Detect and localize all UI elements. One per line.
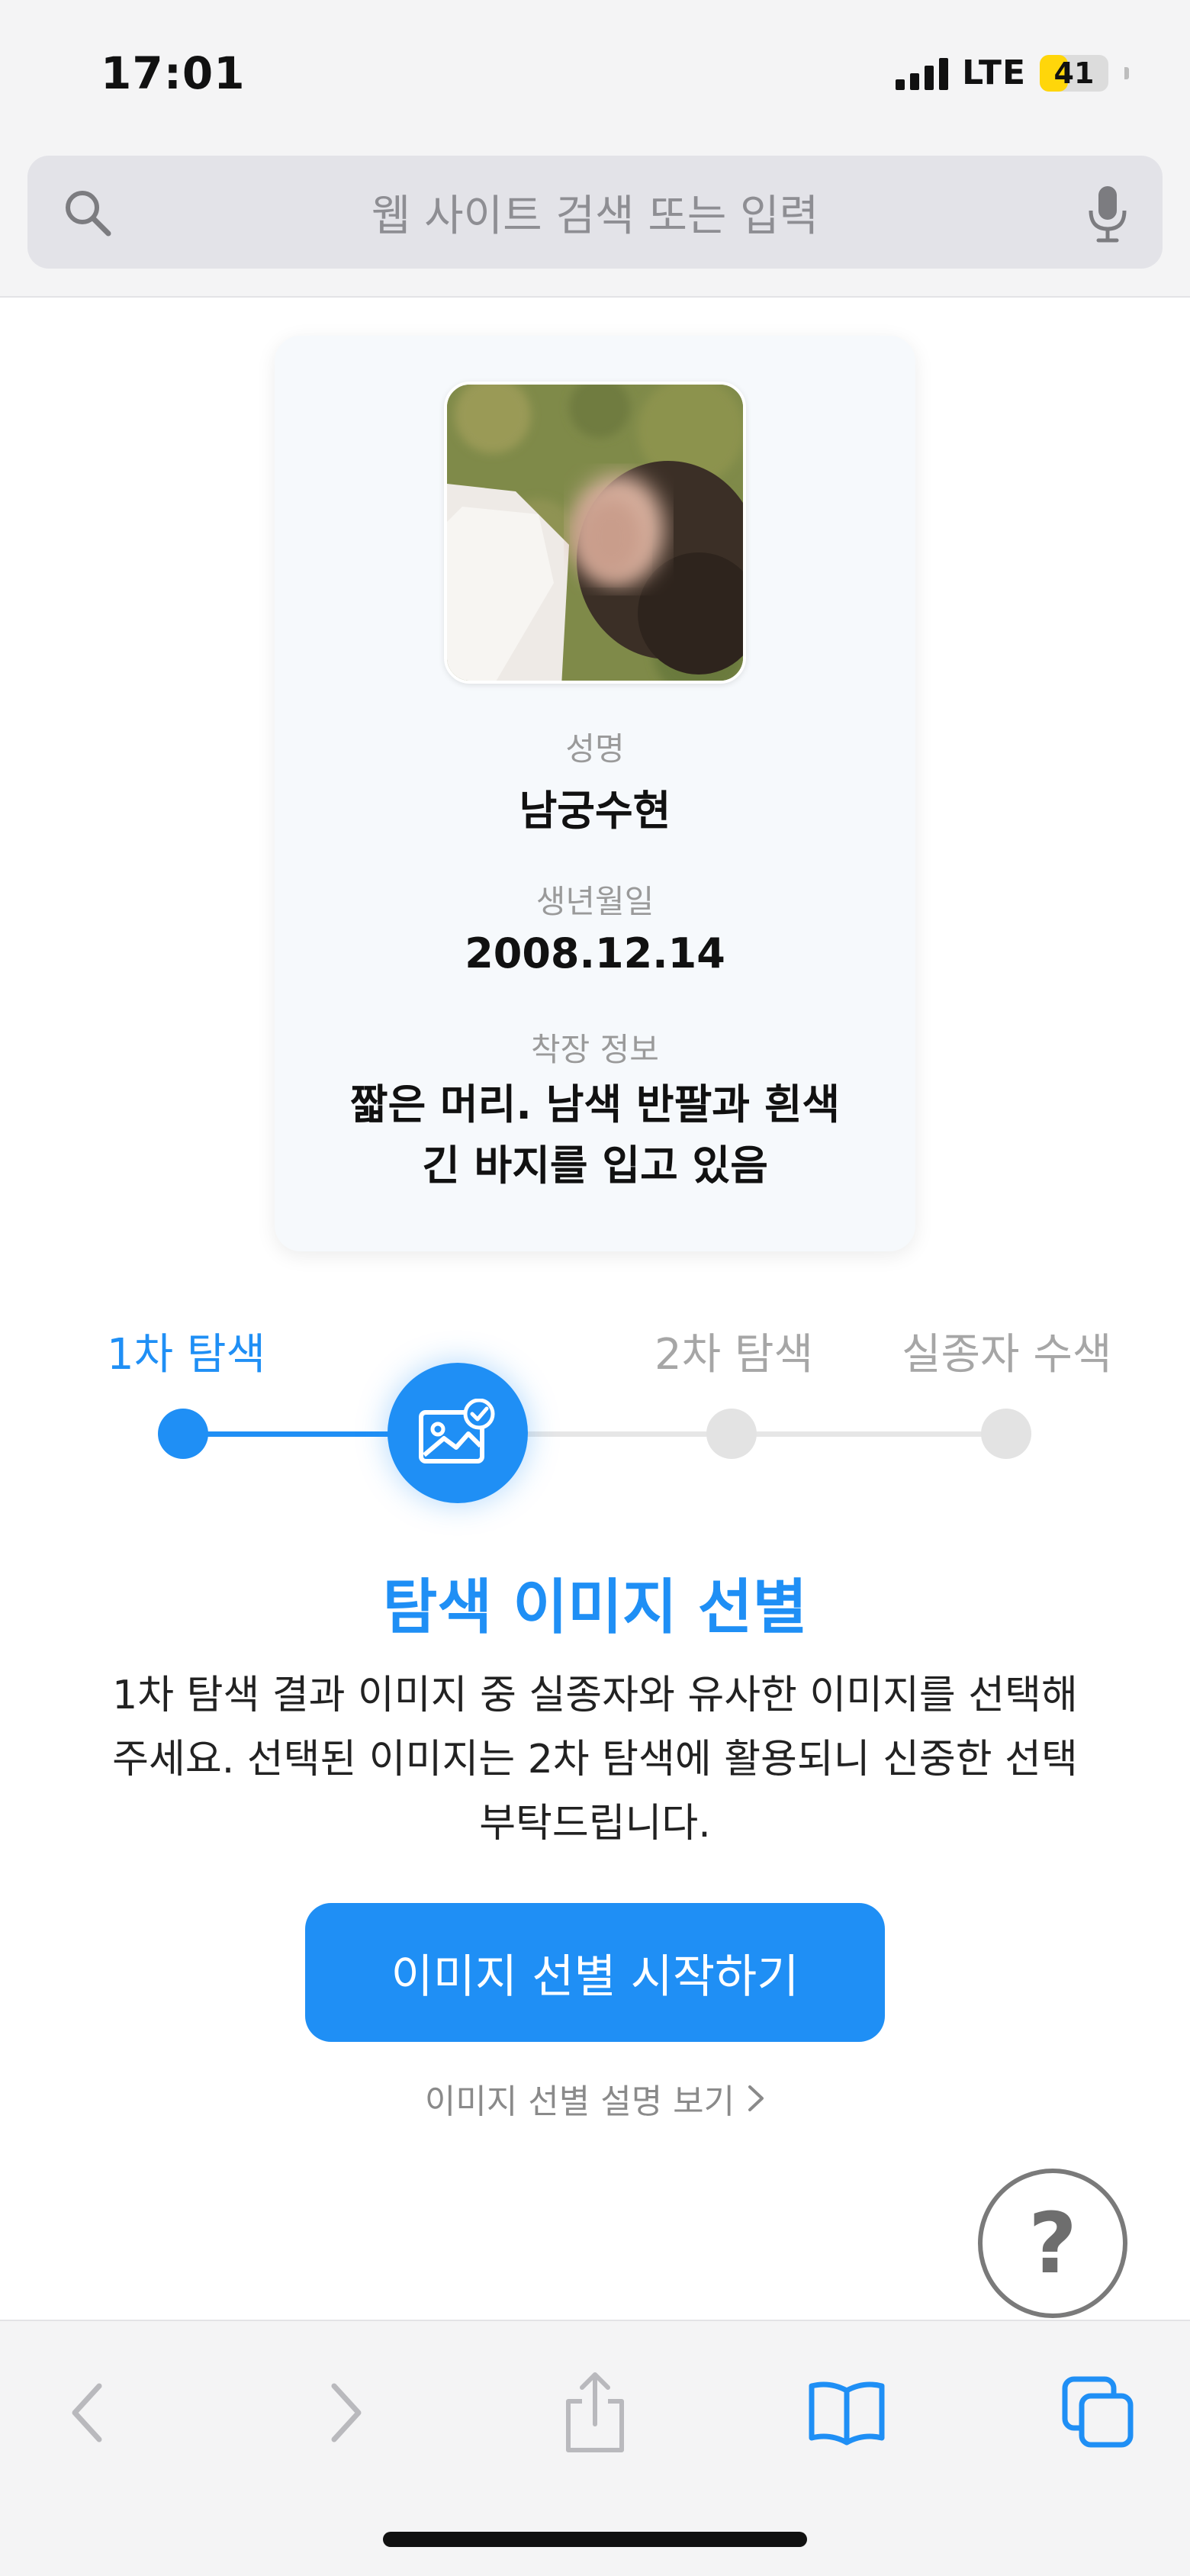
- section-title: 탐색 이미지 선별: [382, 1573, 808, 1642]
- share-icon[interactable]: [549, 2367, 641, 2458]
- step-track-pending: [519, 1431, 1007, 1437]
- battery-level: 41: [1053, 56, 1095, 90]
- name-label: 성명: [565, 730, 625, 768]
- image-selection-guide-link[interactable]: 이미지 선별 설명 보기: [0, 2074, 1190, 2123]
- microphone-icon[interactable]: [1086, 183, 1129, 244]
- status-time: 17:01: [101, 47, 246, 99]
- step-dot-missing-search: [981, 1409, 1031, 1459]
- step-label-first-search: 1차 탐색: [107, 1330, 265, 1380]
- person-photo: [444, 382, 746, 684]
- forward-icon[interactable]: [299, 2367, 391, 2458]
- step-dot-first-search: [158, 1409, 208, 1459]
- cellular-signal-icon: [896, 56, 949, 90]
- step-label-second-search: 2차 탐색: [654, 1330, 813, 1380]
- clothing-label: 착장 정보: [531, 1031, 659, 1068]
- chevron-right-icon: [747, 2082, 765, 2121]
- network-type: LTE: [962, 53, 1026, 92]
- help-button[interactable]: ?: [978, 2169, 1127, 2318]
- step-dot-second-search: [706, 1409, 757, 1459]
- tabs-icon[interactable]: [1053, 2367, 1144, 2458]
- person-name: 남궁수현: [519, 787, 671, 835]
- battery-icon: 41: [1040, 54, 1108, 92]
- start-image-selection-button[interactable]: 이미지 선별 시작하기: [305, 1903, 885, 2042]
- browser-address-area: 웹 사이트 검색 또는 입력: [0, 145, 1190, 298]
- person-photo-image: [447, 385, 743, 681]
- home-indicator: [383, 2532, 807, 2547]
- image-check-icon: [419, 1399, 495, 1463]
- step-track-complete: [183, 1431, 404, 1437]
- step-label-missing-search: 실종자 수색: [902, 1330, 1112, 1380]
- person-birth-date: 2008.12.14: [465, 929, 725, 977]
- status-indicators: LTE 41: [896, 53, 1129, 92]
- section-description: 1차 탐색 결과 이미지 중 실종자와 유사한 이미지를 선택해주세요. 선택된…: [112, 1673, 1078, 1847]
- search-icon: [66, 191, 111, 237]
- missing-person-card: 성명 남궁수현 생년월일 2008.12.14 착장 정보 짧은 머리. 남색 …: [275, 336, 915, 1251]
- birth-label: 생년월일: [536, 883, 654, 920]
- back-icon[interactable]: [43, 2367, 134, 2458]
- battery-cap: [1124, 66, 1129, 79]
- bookmarks-icon[interactable]: [801, 2367, 892, 2458]
- status-bar: 17:01 LTE 41: [0, 0, 1190, 145]
- address-placeholder: 웹 사이트 검색 또는 입력: [371, 191, 819, 241]
- guide-link-label: 이미지 선별 설명 보기: [424, 2082, 735, 2121]
- person-clothing: 짧은 머리. 남색 반팔과 흰색 긴 바지를 입고 있음: [349, 1080, 841, 1190]
- step-current-image-selection: [388, 1363, 528, 1503]
- address-bar[interactable]: 웹 사이트 검색 또는 입력: [27, 156, 1163, 269]
